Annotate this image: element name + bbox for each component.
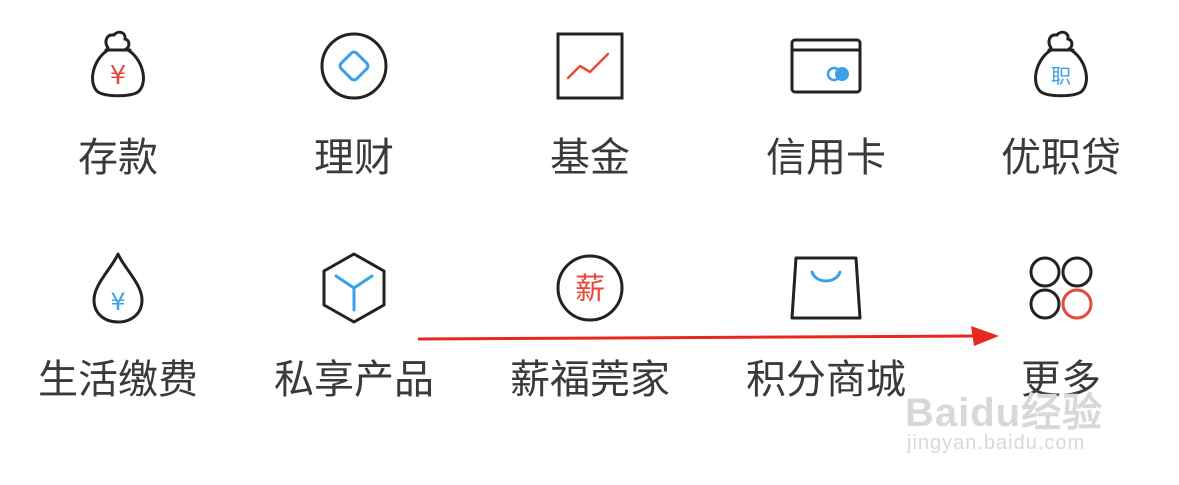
service-label: 理财: [314, 135, 394, 181]
service-fund[interactable]: 基金: [472, 0, 708, 200]
yuan-glyph: ¥: [110, 61, 127, 91]
service-job-loan[interactable]: 职 优职贷: [943, 0, 1179, 200]
service-credit-card[interactable]: 信用卡: [708, 0, 944, 200]
service-label: 私享产品: [274, 357, 434, 403]
service-salary-home[interactable]: 薪 薪福莞家: [472, 222, 708, 422]
diamond-circle-icon: [314, 26, 394, 106]
service-wealth-management[interactable]: 理财: [236, 0, 472, 200]
shopping-bag-icon: [786, 248, 866, 328]
service-label: 基金: [550, 135, 630, 181]
service-utility-payment[interactable]: ¥ 生活缴费: [0, 222, 236, 422]
service-deposit[interactable]: ¥ 存款: [0, 0, 236, 200]
credit-card-icon: [786, 26, 866, 106]
salary-glyph: 薪: [575, 272, 605, 307]
money-bag-job-icon: 职: [1021, 26, 1101, 106]
water-drop-yuan-icon: ¥: [78, 248, 158, 328]
job-glyph: 职: [1051, 64, 1071, 88]
service-label: 信用卡: [766, 135, 886, 181]
service-label: 生活缴费: [38, 357, 198, 403]
service-label: 更多: [1021, 357, 1101, 403]
service-private-products[interactable]: 私享产品: [236, 222, 472, 422]
service-label: 积分商城: [746, 357, 906, 403]
line-chart-icon: [550, 26, 630, 106]
service-more[interactable]: 更多: [943, 222, 1179, 422]
money-bag-yuan-icon: ¥: [78, 26, 158, 106]
salary-badge-icon: 薪: [550, 248, 630, 328]
four-circles-icon: [1021, 248, 1101, 328]
yuan-glyph: ¥: [110, 288, 125, 316]
service-label: 存款: [78, 135, 158, 181]
service-grid: ¥ 存款 理财 基金 信用卡 职 优职贷 ¥ 生活缴费 私享产品 薪 薪福莞家 …: [0, 0, 1179, 485]
service-label: 薪福莞家: [510, 357, 670, 403]
service-label: 优职贷: [1001, 135, 1121, 181]
service-points-mall[interactable]: 积分商城: [708, 222, 944, 422]
cube-icon: [314, 248, 394, 328]
